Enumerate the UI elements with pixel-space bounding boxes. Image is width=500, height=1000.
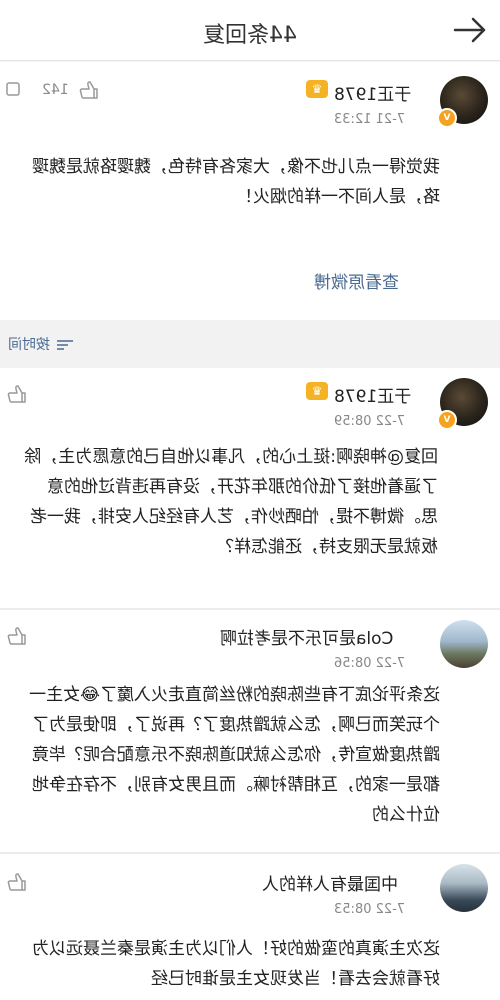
reply-item: 中国最有人样的人 7-22 08:53 这次主演真的蛮做的好！人们以为主演是秦兰… (0, 854, 500, 1000)
comment-text: 我觉得一点儿也不像，大家各有特色，魏璎珞就是魏璎珞，是人间不一样的烟火！ (32, 157, 440, 207)
crown-icon: ♛ (306, 80, 328, 98)
sort-icon (57, 340, 74, 350)
timestamp: 7-22 08:53 (334, 902, 406, 917)
top-bar: 44条回复 (0, 0, 500, 61)
like-button[interactable] (6, 872, 28, 892)
like-count: 142 (42, 82, 70, 98)
thumbs-up-icon (7, 385, 26, 403)
comment-text: 这条评论底下有些陈晓的粉丝简直走火入魔了😂女主一个玩笑而已啊，怎么就蹭热度了？再… (29, 685, 440, 825)
thumbs-up-icon (7, 873, 26, 891)
username[interactable]: 中国最有人样的人 (262, 870, 398, 895)
view-original-link[interactable]: 查看原微博 (314, 268, 399, 293)
like-button[interactable] (6, 384, 28, 404)
like-button[interactable] (6, 626, 28, 646)
timestamp: 7-22 08:56 (334, 656, 406, 671)
back-button[interactable] (452, 14, 488, 46)
thumbs-up-icon (79, 81, 98, 99)
username[interactable]: 于正1978 (334, 382, 411, 407)
username[interactable]: Cola是可乐不是考拉啊 (220, 624, 393, 649)
timestamp: 7-21 12:33 (334, 112, 406, 127)
crown-icon: ♛ (306, 382, 328, 400)
page-title: 44条回复 (0, 17, 500, 49)
reply-item: V ♛ 于正1978 7-22 08:59 回复@神晓啊:挺上心的，凡事以他自己… (0, 368, 500, 608)
arrow-right-icon (453, 17, 486, 43)
verified-icon: V (437, 410, 457, 430)
sort-bar: 按时间 (0, 322, 500, 366)
comment-icon (6, 82, 20, 96)
featured-comment: V ♛ 于正1978 7-21 12:33 142 我觉得一点儿也不像，大家各有… (0, 62, 500, 320)
verified-icon: V (437, 108, 457, 128)
page-title-text: 44条回复 (203, 23, 297, 48)
reply-item: Cola是可乐不是考拉啊 7-22 08:56 这条评论底下有些陈晓的粉丝简直走… (0, 610, 500, 852)
like-button[interactable]: 142 (6, 80, 100, 100)
avatar[interactable] (440, 620, 488, 668)
comment-text: 回复@神晓啊:挺上心的，凡事以他自己的意愿为主，除了逼着他接了低价的那年花开，没… (24, 447, 438, 557)
avatar[interactable] (440, 864, 488, 912)
sort-toggle[interactable]: 按时间 (8, 334, 74, 354)
username[interactable]: 于正1978 (334, 80, 411, 105)
thumbs-up-icon (7, 627, 26, 645)
timestamp: 7-22 08:59 (334, 414, 406, 429)
sort-label: 按时间 (8, 337, 50, 353)
comment-text: 这次主演真的蛮做的好！人们以为主演是秦兰聂远以为好看就会去看！当发现女主是谁时已… (32, 939, 440, 989)
